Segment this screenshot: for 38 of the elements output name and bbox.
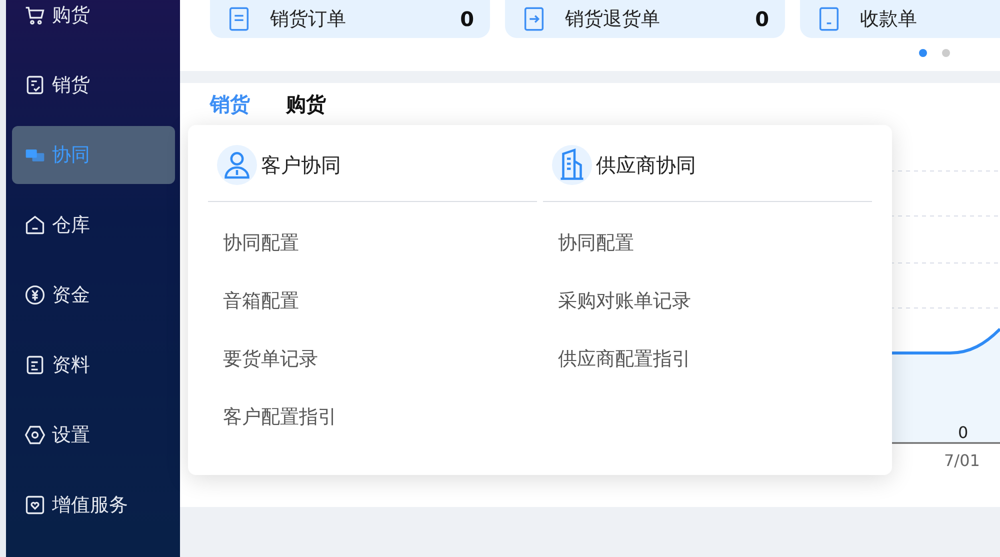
sidebar-item[interactable]: 仓库 xyxy=(12,196,175,254)
yen-icon xyxy=(24,284,46,306)
sidebar-item[interactable]: 销货 xyxy=(12,56,175,114)
menu-item[interactable]: 供应商配置指引 xyxy=(543,344,872,402)
hexagon-icon xyxy=(24,424,46,446)
point-label: 0 xyxy=(958,423,968,442)
menu-section-title: 供应商协同 xyxy=(596,152,696,178)
person-icon xyxy=(217,145,257,185)
menu-item[interactable]: 要货单记录 xyxy=(208,344,537,402)
menu-item[interactable]: 协同配置 xyxy=(208,228,537,286)
summary-card[interactable]: 销货退货单 0 xyxy=(505,0,785,38)
card-label: 销货退货单 xyxy=(565,7,661,32)
card-label: 销货订单 xyxy=(270,7,347,32)
menu-item[interactable]: 客户配置指引 xyxy=(208,402,537,460)
cart-icon xyxy=(24,4,46,26)
summary-card[interactable]: 收款单 xyxy=(800,0,1000,38)
sidebar-item[interactable]: 设置 xyxy=(12,406,175,464)
tab[interactable]: 购货 xyxy=(286,91,326,118)
document-icon xyxy=(24,354,46,376)
axis-label: 7/01 xyxy=(944,451,980,470)
menu-item[interactable]: 采购对账单记录 xyxy=(543,286,872,344)
summary-card[interactable]: 销货订单 0 xyxy=(210,0,490,38)
sidebar-item[interactable]: 购货 xyxy=(12,0,175,44)
carousel-dot[interactable] xyxy=(942,49,950,57)
menu-item[interactable]: 音箱配置 xyxy=(208,286,537,344)
heart-box-icon xyxy=(24,494,46,516)
carousel-dot[interactable] xyxy=(919,49,927,57)
menu-section-title: 客户协同 xyxy=(261,152,341,178)
menu-item[interactable]: 协同配置 xyxy=(543,228,872,286)
house-icon xyxy=(24,214,46,236)
card-label: 收款单 xyxy=(860,7,918,32)
card-value: 0 xyxy=(460,7,474,31)
sidebar-item[interactable]: 资金 xyxy=(12,266,175,324)
building-icon xyxy=(552,145,592,185)
sidebar-item[interactable]: 资料 xyxy=(12,336,175,394)
checklist-icon xyxy=(24,74,46,96)
sidebar-item[interactable]: 增值服务 xyxy=(12,476,175,534)
card-value: 0 xyxy=(755,7,769,31)
